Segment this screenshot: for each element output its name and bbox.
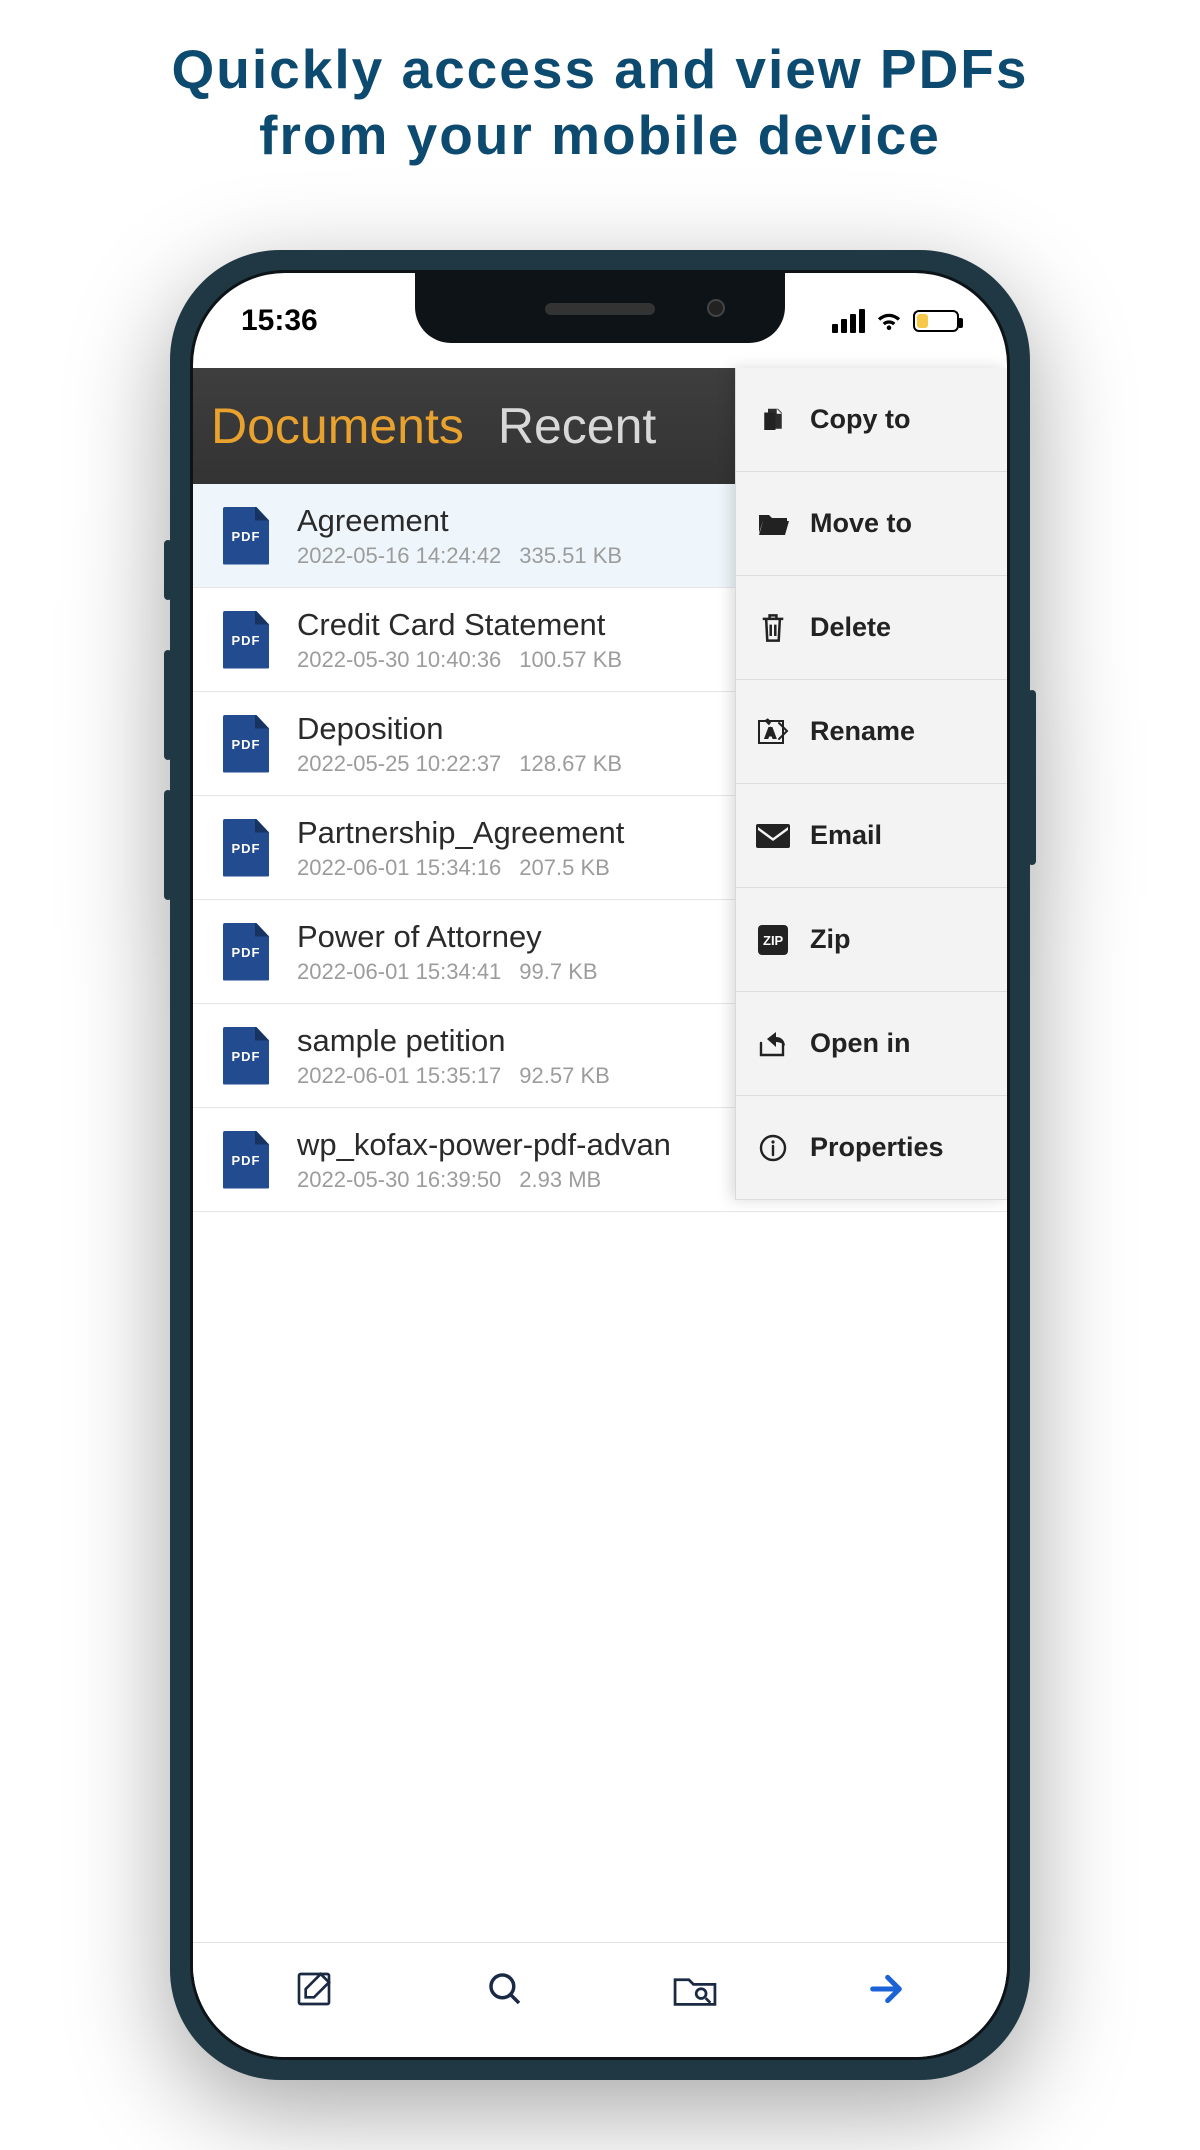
pdf-file-icon: PDF — [223, 1027, 269, 1085]
tab-documents[interactable]: Documents — [211, 397, 464, 455]
phone-volume-up — [164, 650, 172, 760]
menu-label: Zip — [810, 924, 851, 955]
menu-label: Email — [810, 820, 882, 851]
compose-button[interactable] — [284, 1959, 344, 2019]
share-icon — [754, 1029, 792, 1059]
menu-copy-to[interactable]: Copy to — [736, 368, 1007, 472]
wifi-icon — [875, 310, 903, 332]
copy-icon — [754, 405, 792, 435]
menu-zip[interactable]: ZIP Zip — [736, 888, 1007, 992]
menu-delete[interactable]: Delete — [736, 576, 1007, 680]
phone-volume-down — [164, 790, 172, 900]
menu-label: Copy to — [810, 404, 911, 435]
context-menu: Copy to Move to Delete A — [735, 368, 1007, 1200]
mail-icon — [754, 824, 792, 848]
tab-recent[interactable]: Recent — [498, 397, 656, 455]
menu-label: Properties — [810, 1132, 944, 1163]
pdf-file-icon: PDF — [223, 611, 269, 669]
menu-email[interactable]: Email — [736, 784, 1007, 888]
pdf-file-icon: PDF — [223, 507, 269, 565]
svg-text:A: A — [765, 725, 776, 742]
phone-notch — [415, 273, 785, 343]
menu-label: Delete — [810, 612, 891, 643]
cellular-icon — [832, 309, 865, 333]
trash-icon — [754, 612, 792, 644]
marketing-headline: Quickly access and view PDFs from your m… — [0, 0, 1200, 168]
menu-rename[interactable]: A Rename — [736, 680, 1007, 784]
pdf-file-icon: PDF — [223, 1131, 269, 1189]
zip-icon: ZIP — [754, 925, 792, 955]
folder-search-button[interactable] — [665, 1959, 725, 2019]
forward-button[interactable] — [856, 1959, 916, 2019]
pdf-file-icon: PDF — [223, 923, 269, 981]
folder-open-icon — [754, 511, 792, 537]
status-time: 15:36 — [241, 304, 318, 338]
svg-text:ZIP: ZIP — [763, 933, 784, 948]
headline-line2: from your mobile device — [0, 102, 1200, 168]
menu-label: Rename — [810, 716, 915, 747]
menu-open-in[interactable]: Open in — [736, 992, 1007, 1096]
pdf-file-icon: PDF — [223, 819, 269, 877]
search-button[interactable] — [475, 1959, 535, 2019]
battery-icon — [913, 310, 959, 332]
phone-mute-switch — [164, 540, 172, 600]
info-icon — [754, 1133, 792, 1163]
menu-label: Open in — [810, 1028, 911, 1059]
phone-mockup: 15:36 Documents Recent — [170, 250, 1030, 2080]
menu-properties[interactable]: Properties — [736, 1096, 1007, 1200]
rename-icon: A — [754, 717, 792, 747]
menu-move-to[interactable]: Move to — [736, 472, 1007, 576]
menu-label: Move to — [810, 508, 912, 539]
phone-power-button — [1028, 690, 1036, 865]
headline-line1: Quickly access and view PDFs — [0, 36, 1200, 102]
bottom-toolbar — [193, 1942, 1007, 2057]
pdf-file-icon: PDF — [223, 715, 269, 773]
